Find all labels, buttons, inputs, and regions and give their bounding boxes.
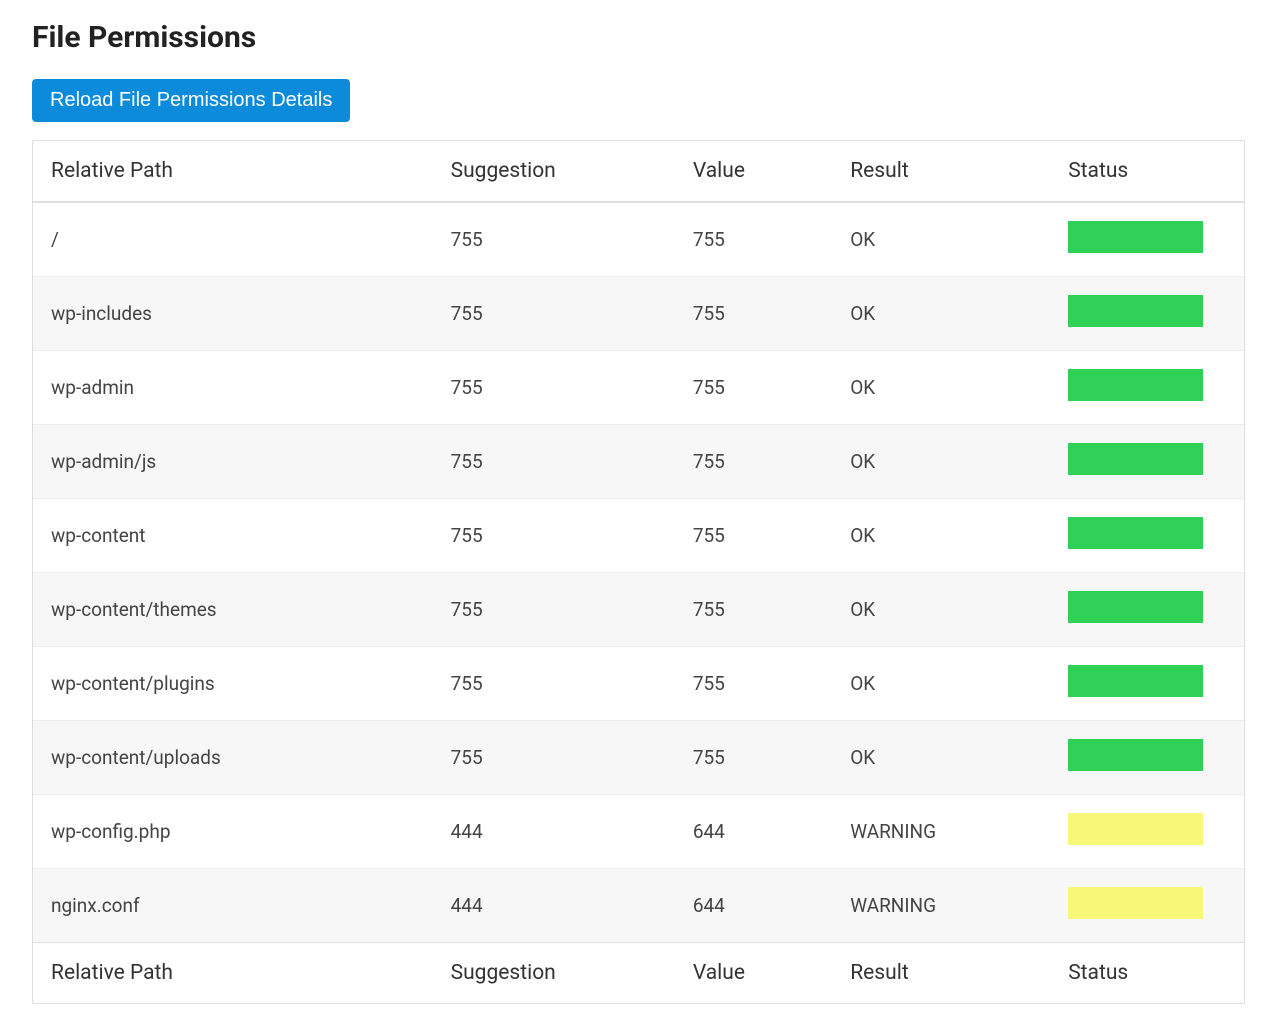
permissions-table: Relative Path Suggestion Value Result St…: [33, 141, 1244, 1003]
footer-result: Result: [832, 943, 1050, 1004]
cell-result: WARNING: [832, 869, 1050, 943]
cell-status: [1050, 869, 1244, 943]
table-row: wp-admin755755OK: [33, 351, 1244, 425]
cell-status: [1050, 202, 1244, 277]
status-badge: [1068, 517, 1203, 549]
cell-path: /: [33, 202, 433, 277]
page-title: File Permissions: [32, 20, 1245, 55]
cell-result: OK: [832, 499, 1050, 573]
cell-suggestion: 755: [433, 647, 675, 721]
header-suggestion: Suggestion: [433, 141, 675, 202]
cell-status: [1050, 351, 1244, 425]
header-status: Status: [1050, 141, 1244, 202]
cell-value: 755: [675, 499, 832, 573]
cell-path: wp-content: [33, 499, 433, 573]
cell-value: 755: [675, 277, 832, 351]
cell-suggestion: 755: [433, 351, 675, 425]
table-row: wp-content/uploads755755OK: [33, 721, 1244, 795]
cell-result: OK: [832, 277, 1050, 351]
table-row: /755755OK: [33, 202, 1244, 277]
cell-suggestion: 444: [433, 869, 675, 943]
header-value: Value: [675, 141, 832, 202]
status-badge: [1068, 443, 1203, 475]
cell-path: wp-content/uploads: [33, 721, 433, 795]
status-badge: [1068, 665, 1203, 697]
footer-value: Value: [675, 943, 832, 1004]
table-row: wp-content/themes755755OK: [33, 573, 1244, 647]
cell-value: 755: [675, 573, 832, 647]
cell-suggestion: 755: [433, 721, 675, 795]
cell-result: OK: [832, 202, 1050, 277]
cell-suggestion: 755: [433, 499, 675, 573]
cell-suggestion: 755: [433, 425, 675, 499]
permissions-table-container: Relative Path Suggestion Value Result St…: [32, 140, 1245, 1004]
cell-status: [1050, 425, 1244, 499]
cell-value: 644: [675, 869, 832, 943]
header-result: Result: [832, 141, 1050, 202]
status-badge: [1068, 295, 1203, 327]
cell-status: [1050, 573, 1244, 647]
cell-status: [1050, 721, 1244, 795]
cell-status: [1050, 499, 1244, 573]
cell-path: wp-content/plugins: [33, 647, 433, 721]
cell-path: wp-admin/js: [33, 425, 433, 499]
cell-path: wp-includes: [33, 277, 433, 351]
header-path: Relative Path: [33, 141, 433, 202]
footer-path: Relative Path: [33, 943, 433, 1004]
cell-suggestion: 444: [433, 795, 675, 869]
cell-result: OK: [832, 573, 1050, 647]
table-row: wp-includes755755OK: [33, 277, 1244, 351]
cell-value: 755: [675, 721, 832, 795]
table-footer-row: Relative Path Suggestion Value Result St…: [33, 943, 1244, 1004]
cell-suggestion: 755: [433, 277, 675, 351]
status-badge: [1068, 739, 1203, 771]
cell-status: [1050, 277, 1244, 351]
cell-result: WARNING: [832, 795, 1050, 869]
cell-suggestion: 755: [433, 202, 675, 277]
footer-suggestion: Suggestion: [433, 943, 675, 1004]
cell-value: 755: [675, 351, 832, 425]
cell-result: OK: [832, 647, 1050, 721]
reload-button[interactable]: Reload File Permissions Details: [32, 79, 350, 122]
table-row: wp-config.php444644WARNING: [33, 795, 1244, 869]
cell-status: [1050, 647, 1244, 721]
cell-status: [1050, 795, 1244, 869]
cell-suggestion: 755: [433, 573, 675, 647]
status-badge: [1068, 887, 1203, 919]
cell-value: 755: [675, 647, 832, 721]
cell-result: OK: [832, 721, 1050, 795]
cell-result: OK: [832, 425, 1050, 499]
cell-path: wp-content/themes: [33, 573, 433, 647]
cell-value: 755: [675, 425, 832, 499]
table-header-row: Relative Path Suggestion Value Result St…: [33, 141, 1244, 202]
status-badge: [1068, 369, 1203, 401]
cell-result: OK: [832, 351, 1050, 425]
cell-value: 644: [675, 795, 832, 869]
footer-status: Status: [1050, 943, 1244, 1004]
table-row: wp-content/plugins755755OK: [33, 647, 1244, 721]
cell-value: 755: [675, 202, 832, 277]
status-badge: [1068, 591, 1203, 623]
cell-path: nginx.conf: [33, 869, 433, 943]
status-badge: [1068, 221, 1203, 253]
table-row: wp-content755755OK: [33, 499, 1244, 573]
table-row: wp-admin/js755755OK: [33, 425, 1244, 499]
table-row: nginx.conf444644WARNING: [33, 869, 1244, 943]
cell-path: wp-config.php: [33, 795, 433, 869]
cell-path: wp-admin: [33, 351, 433, 425]
status-badge: [1068, 813, 1203, 845]
